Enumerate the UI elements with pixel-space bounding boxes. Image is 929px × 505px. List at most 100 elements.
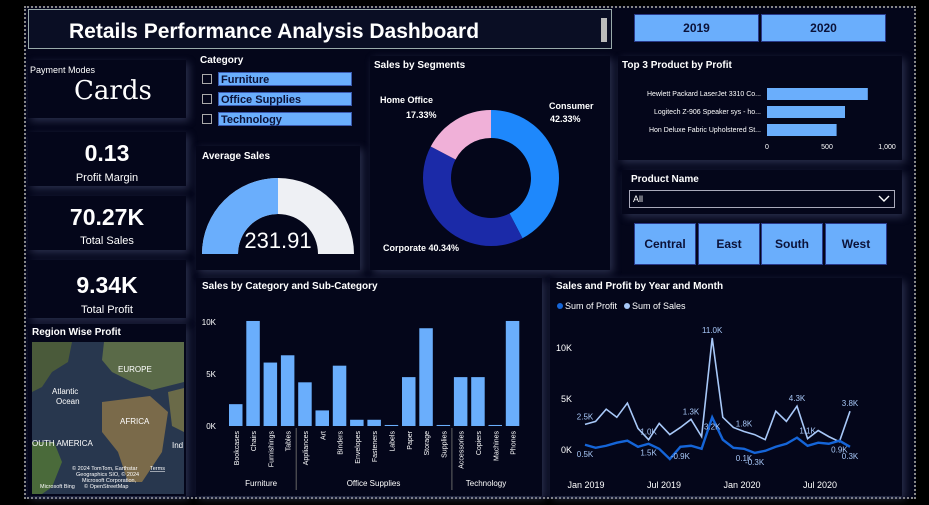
segments-card: Sales by Segments Home Office 17.33% Con… bbox=[370, 56, 610, 270]
label-consumer: Consumer bbox=[549, 101, 594, 111]
trend-chart: Sum of Profit Sum of Sales 0K 5K 10K 2.5K 1.… bbox=[556, 301, 859, 490]
payment-modes-value: Cards bbox=[74, 76, 152, 106]
category-item-technology[interactable]: Technology bbox=[202, 112, 352, 126]
kpi-profit-margin: 0.13 Profit Margin bbox=[28, 132, 186, 186]
subcat-bar bbox=[384, 424, 399, 426]
trend-data-label: 3.8K bbox=[842, 399, 859, 408]
legend-sales-marker bbox=[624, 303, 630, 309]
payment-modes-label: Payment Modes bbox=[30, 65, 96, 75]
subcat-chart: 0K 5K 10K Bookcases Chairs Furnishings Tables F… bbox=[202, 318, 520, 490]
top3-chart: Hewlett Packard LaserJet 3310 Co... Logit… bbox=[647, 88, 896, 151]
region-map-card: Region Wise Profit EUROPE Atlantic Ocean… bbox=[28, 324, 186, 496]
product-filter-dropdown[interactable]: All bbox=[629, 190, 895, 208]
subcat-bar bbox=[505, 320, 520, 426]
region-map-label: Region Wise Profit bbox=[32, 327, 121, 338]
trend-data-label: 1.8K bbox=[736, 420, 753, 429]
subcat-x-label: Envelopes bbox=[355, 431, 362, 464]
subcat-bar bbox=[246, 320, 260, 426]
chevron-down-icon bbox=[878, 195, 890, 202]
subcat-group-label: Furniture bbox=[245, 479, 278, 488]
region-south-button[interactable]: South bbox=[761, 223, 823, 265]
trend-data-label: 1.5K bbox=[640, 449, 657, 458]
trend-data-label: 1.1K bbox=[799, 427, 816, 436]
legend-profit-label: Sum of Profit bbox=[565, 301, 618, 311]
subcat-x-label: Supplies bbox=[441, 431, 448, 458]
year-2020-button[interactable]: 2020 bbox=[761, 14, 886, 42]
subcat-bar bbox=[436, 424, 451, 426]
subcat-group-label: Technology bbox=[466, 479, 506, 488]
top3-tick-label: 1,000 bbox=[878, 144, 896, 151]
checkbox[interactable] bbox=[202, 94, 212, 104]
category-slicer: Category Furniture Office Supplies Techn… bbox=[196, 52, 360, 134]
subcat-bar bbox=[367, 419, 381, 426]
kpi-value: 70.27K bbox=[69, 204, 145, 230]
kpi-total-sales: 70.27K Total Sales bbox=[28, 196, 186, 250]
trend-data-label: -0.3K bbox=[745, 458, 765, 467]
top3-product-label: Logitech Z-906 Speaker sys - ho... bbox=[654, 109, 761, 116]
trend-x-tick: Jul 2019 bbox=[647, 480, 681, 490]
map-copyright: © OpenStreetMap bbox=[84, 483, 128, 490]
world-map[interactable]: EUROPE Atlantic Ocean AFRICA OUTH AMERIC… bbox=[32, 342, 184, 494]
title-cursor bbox=[601, 18, 607, 42]
subcat-bar bbox=[280, 355, 295, 426]
subcat-x-label: Binders bbox=[338, 431, 345, 455]
subcat-bar bbox=[315, 410, 329, 426]
label-home-office: Home Office bbox=[380, 95, 433, 105]
top3-bar bbox=[767, 88, 868, 100]
checkbox[interactable] bbox=[202, 74, 212, 84]
top3-bar bbox=[767, 106, 845, 118]
category-item-furniture[interactable]: Furniture bbox=[202, 72, 352, 86]
subcat-x-label: Appliances bbox=[303, 431, 310, 466]
top3-card: Top 3 Product by Profit Hewlett Packard … bbox=[618, 56, 902, 160]
kpi-value: 0.13 bbox=[84, 140, 130, 166]
subcat-x-label: Fasteners bbox=[372, 431, 379, 463]
subcat-bar bbox=[350, 419, 364, 426]
map-label-south-america: OUTH AMERICA bbox=[32, 439, 94, 448]
subcat-bar bbox=[488, 424, 502, 426]
trend-data-label: 0.3K bbox=[842, 452, 859, 461]
average-sales-card: Average Sales 231.91 bbox=[196, 146, 360, 270]
trend-x-tick: Jan 2020 bbox=[723, 480, 760, 490]
subcat-bar bbox=[298, 382, 312, 426]
donut-slice-corporate bbox=[423, 146, 523, 247]
subcat-bar bbox=[471, 377, 485, 426]
trend-card: Sales and Profit by Year and Month Sum o… bbox=[550, 278, 902, 496]
map-label-africa: AFRICA bbox=[120, 417, 150, 426]
region-central-button[interactable]: Central bbox=[634, 223, 696, 265]
kpi-total-profit: 9.34K Total Profit bbox=[28, 260, 186, 318]
region-east-button[interactable]: East bbox=[698, 223, 760, 265]
trend-data-label: 4.3K bbox=[789, 394, 806, 403]
top3-tick-label: 500 bbox=[821, 144, 833, 151]
subcat-x-label: Art bbox=[320, 431, 327, 440]
trend-data-label: 2.5K bbox=[577, 412, 594, 421]
subcat-bar bbox=[402, 377, 416, 426]
trend-data-label: 11.0K bbox=[702, 326, 723, 335]
payment-modes-card: Payment Modes Cards bbox=[28, 60, 186, 118]
trend-data-label: 1.3K bbox=[683, 407, 700, 416]
region-west-button[interactable]: West bbox=[825, 223, 887, 265]
product-filter-label: Product Name bbox=[631, 174, 699, 185]
kpi-label: Total Profit bbox=[81, 304, 133, 316]
subcat-x-label: Accessories bbox=[459, 431, 466, 469]
top3-bar bbox=[767, 124, 837, 136]
checkbox[interactable] bbox=[202, 114, 212, 124]
product-filter-value: All bbox=[633, 194, 644, 204]
subcat-x-label: Copiers bbox=[476, 431, 483, 456]
year-2019-button[interactable]: 2019 bbox=[634, 14, 759, 42]
legend-sales-label: Sum of Sales bbox=[632, 301, 686, 311]
category-item-office-supplies[interactable]: Office Supplies bbox=[202, 92, 352, 106]
category-item-label: Furniture bbox=[218, 72, 352, 86]
top3-tick-label: 0 bbox=[765, 144, 769, 151]
trend-data-label: 3.2K bbox=[704, 422, 721, 431]
trend-data-label: -0.9K bbox=[671, 452, 691, 461]
subcat-bar bbox=[332, 365, 347, 426]
trend-x-tick: Jan 2019 bbox=[567, 480, 604, 490]
trend-y-tick: 5K bbox=[561, 394, 572, 404]
subcat-y-tick: 10K bbox=[202, 318, 217, 327]
segments-donut: Home Office 17.33% Consumer 42.33% Corpo… bbox=[380, 95, 594, 253]
top3-product-label: Hon Deluxe Fabric Upholstered St... bbox=[649, 127, 761, 134]
title-bar: Retails Performance Analysis Dashboard bbox=[28, 9, 612, 49]
map-copyright: © 2024 TomTom, Earthstar bbox=[72, 465, 138, 472]
region-buttons: Central East South West bbox=[628, 220, 902, 270]
category-item-label: Technology bbox=[218, 112, 352, 126]
